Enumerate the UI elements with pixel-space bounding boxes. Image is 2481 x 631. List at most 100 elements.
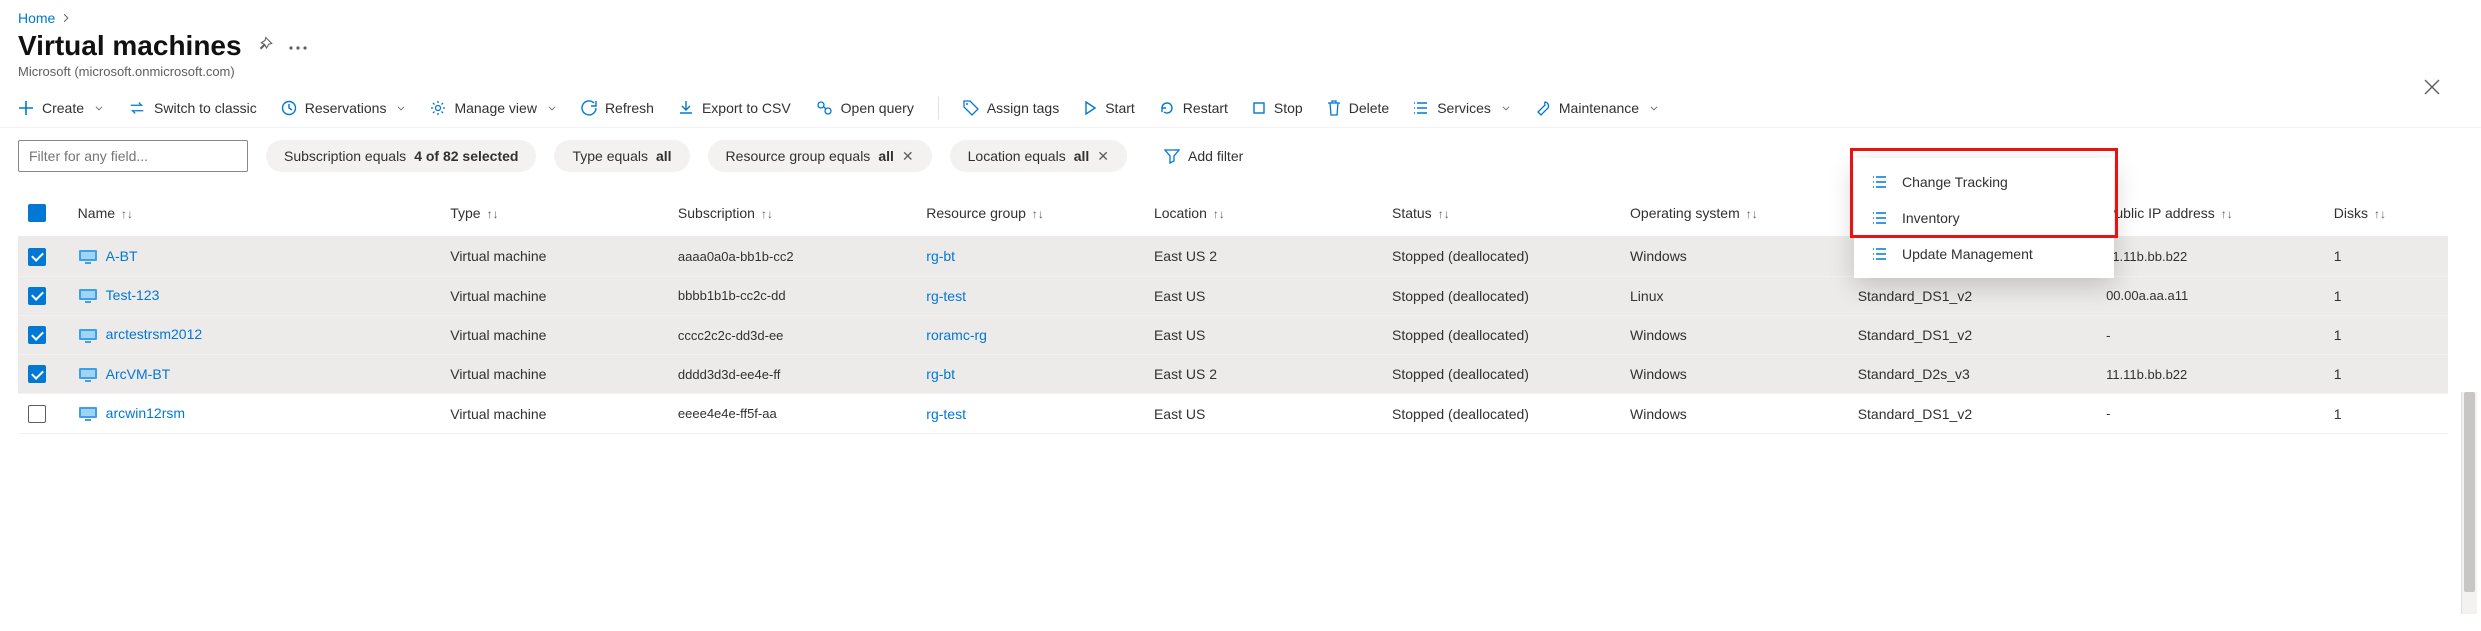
chevron-down-icon <box>94 103 104 113</box>
switch-classic-label: Switch to classic <box>154 100 257 116</box>
vm-name-link[interactable]: ArcVM-BT <box>106 366 171 382</box>
resource-group-link[interactable]: rg-bt <box>926 366 955 382</box>
refresh-icon <box>581 100 597 116</box>
table-row[interactable]: arcwin12rsmVirtual machineeeee4e4e-ff5f-… <box>18 394 2448 433</box>
restart-label: Restart <box>1183 100 1228 116</box>
list-icon <box>1872 246 1888 262</box>
assign-tags-button[interactable]: Assign tags <box>963 100 1059 116</box>
manage-view-button[interactable]: Manage view <box>430 100 557 116</box>
col-name[interactable]: Name↑↓ <box>68 190 441 237</box>
chevron-down-icon <box>1501 103 1511 113</box>
menu-change-tracking-label: Change Tracking <box>1902 174 2008 190</box>
scrollbar-thumb[interactable] <box>2464 392 2475 592</box>
switch-classic-button[interactable]: Switch to classic <box>128 100 257 116</box>
row-checkbox[interactable] <box>28 405 46 423</box>
row-checkbox[interactable] <box>28 248 46 266</box>
cell-status: Stopped (deallocated) <box>1382 276 1620 315</box>
restart-button[interactable]: Restart <box>1159 100 1228 116</box>
create-button[interactable]: Create <box>18 100 104 116</box>
more-icon[interactable] <box>288 38 308 54</box>
menu-change-tracking[interactable]: Change Tracking <box>1854 164 2114 200</box>
resource-group-link[interactable]: rg-bt <box>926 248 955 264</box>
start-button[interactable]: Start <box>1083 100 1135 116</box>
cell-size: Standard_DS1_v2 <box>1848 276 2096 315</box>
cell-subscription: bbbb1b1b-cc2c-dd <box>668 276 916 315</box>
vm-icon <box>78 249 98 265</box>
col-ip[interactable]: Public IP address↑↓ <box>2096 190 2324 237</box>
delete-label: Delete <box>1349 100 1389 116</box>
breadcrumb-home[interactable]: Home <box>18 10 55 26</box>
cell-disks: 1 <box>2324 276 2448 315</box>
reservations-button[interactable]: Reservations <box>281 100 407 116</box>
stop-button[interactable]: Stop <box>1252 100 1303 116</box>
services-menu: Change Tracking Inventory Update Managem… <box>1854 158 2114 278</box>
menu-update-management[interactable]: Update Management <box>1854 236 2114 272</box>
page-subtitle: Microsoft (microsoft.onmicrosoft.com) <box>0 62 2481 89</box>
cell-subscription: cccc2c2c-dd3d-ee <box>668 315 916 354</box>
table-row[interactable]: Test-123Virtual machinebbbb1b1b-cc2c-ddr… <box>18 276 2448 315</box>
delete-button[interactable]: Delete <box>1327 100 1389 116</box>
tag-icon <box>963 100 979 116</box>
clock-icon <box>281 100 297 116</box>
select-all-checkbox[interactable] <box>28 204 46 222</box>
cell-disks: 1 <box>2324 355 2448 394</box>
cell-size: Standard_D2s_v3 <box>1848 355 2096 394</box>
col-type[interactable]: Type↑↓ <box>440 190 668 237</box>
col-status[interactable]: Status↑↓ <box>1382 190 1620 237</box>
toolbar-separator <box>938 97 939 119</box>
menu-inventory-label: Inventory <box>1902 210 1960 226</box>
close-icon[interactable]: ✕ <box>1097 148 1109 165</box>
col-resource-group[interactable]: Resource group↑↓ <box>916 190 1144 237</box>
resource-group-link[interactable]: rg-test <box>926 288 966 304</box>
col-subscription[interactable]: Subscription↑↓ <box>668 190 916 237</box>
filter-type-value: all <box>656 148 672 164</box>
col-location[interactable]: Location↑↓ <box>1144 190 1382 237</box>
export-csv-button[interactable]: Export to CSV <box>678 100 791 116</box>
gear-icon <box>430 100 446 116</box>
filter-type[interactable]: Type equals all <box>554 140 689 172</box>
filter-type-pre: Type equals <box>572 148 648 164</box>
add-filter-button[interactable]: Add filter <box>1145 140 1262 172</box>
cell-os: Windows <box>1620 355 1848 394</box>
table-row[interactable]: ArcVM-BTVirtual machinedddd3d3d-ee4e-ffr… <box>18 355 2448 394</box>
row-checkbox[interactable] <box>28 326 46 344</box>
table-row[interactable]: arctestrsm2012Virtual machinecccc2c2c-dd… <box>18 315 2448 354</box>
restart-icon <box>1159 100 1175 116</box>
vm-icon <box>78 367 98 383</box>
col-disks[interactable]: Disks↑↓ <box>2324 190 2448 237</box>
services-button[interactable]: Services <box>1413 100 1511 116</box>
vm-name-link[interactable]: arcwin12rsm <box>106 405 185 421</box>
swap-icon <box>128 100 146 116</box>
create-label: Create <box>42 100 84 116</box>
filter-input[interactable] <box>18 140 248 172</box>
vm-icon <box>78 288 98 304</box>
vm-name-link[interactable]: Test-123 <box>106 287 160 303</box>
cell-os: Windows <box>1620 315 1848 354</box>
cell-os: Linux <box>1620 276 1848 315</box>
filter-loc-value: all <box>1074 148 1090 164</box>
col-os[interactable]: Operating system↑↓ <box>1620 190 1848 237</box>
cell-size: Standard_DS1_v2 <box>1848 394 2096 433</box>
cell-os: Windows <box>1620 394 1848 433</box>
open-query-button[interactable]: Open query <box>815 100 914 116</box>
filter-rg-value: all <box>878 148 894 164</box>
filter-location[interactable]: Location equals all ✕ <box>950 140 1127 172</box>
play-icon <box>1083 101 1097 115</box>
close-icon[interactable]: ✕ <box>902 148 914 165</box>
row-checkbox[interactable] <box>28 365 46 383</box>
menu-inventory[interactable]: Inventory <box>1854 200 2114 236</box>
maintenance-button[interactable]: Maintenance <box>1535 100 1659 116</box>
vm-icon <box>78 328 98 344</box>
vm-name-link[interactable]: arctestrsm2012 <box>106 326 202 342</box>
vertical-scrollbar[interactable] <box>2461 392 2477 614</box>
row-checkbox[interactable] <box>28 287 46 305</box>
refresh-button[interactable]: Refresh <box>581 100 654 116</box>
query-icon <box>815 100 833 116</box>
filter-subscription[interactable]: Subscription equals 4 of 82 selected <box>266 140 536 172</box>
pin-icon[interactable] <box>256 36 274 57</box>
vm-name-link[interactable]: A-BT <box>106 248 138 264</box>
manage-view-label: Manage view <box>454 100 537 116</box>
filter-resource-group[interactable]: Resource group equals all ✕ <box>708 140 932 172</box>
resource-group-link[interactable]: rg-test <box>926 406 966 422</box>
resource-group-link[interactable]: roramc-rg <box>926 327 987 343</box>
